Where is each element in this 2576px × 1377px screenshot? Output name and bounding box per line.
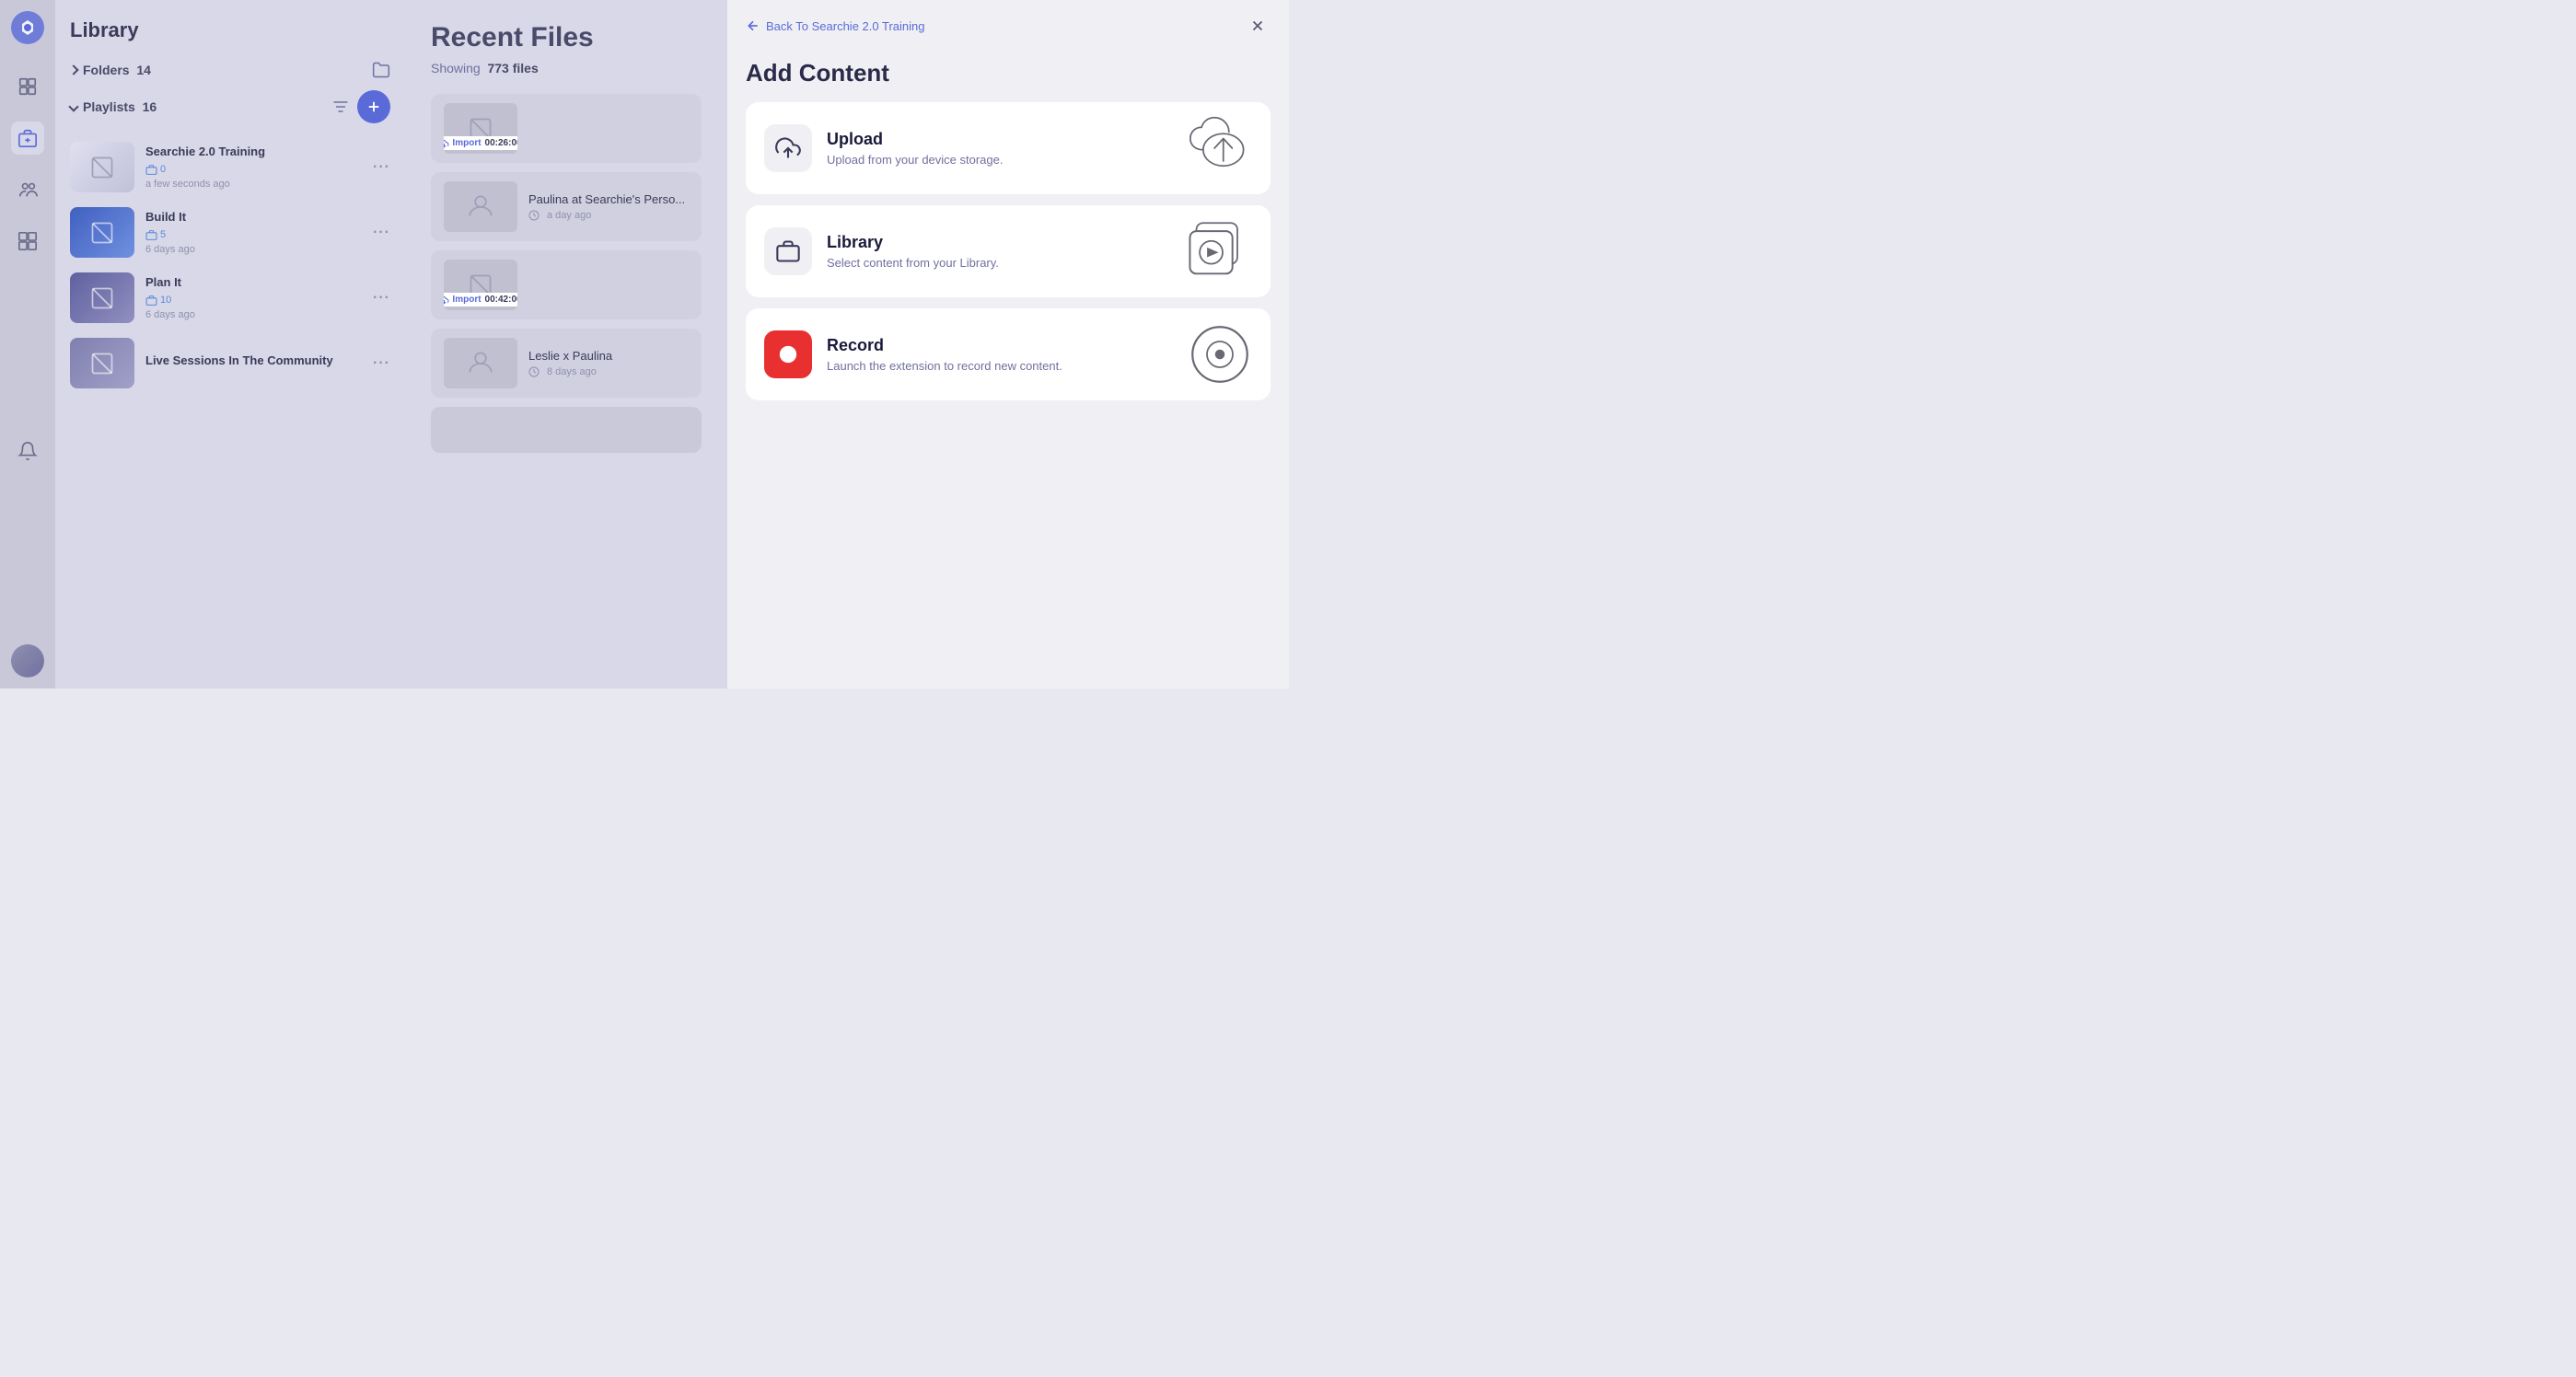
- folders-section-header: Folders 14: [70, 61, 390, 79]
- folders-actions: [372, 61, 390, 79]
- user-avatar[interactable]: [11, 644, 44, 677]
- nav-dashboard[interactable]: [11, 70, 44, 103]
- folders-toggle[interactable]: Folders 14: [70, 63, 151, 77]
- file-thumbnail: [444, 181, 517, 232]
- playlist-more-button[interactable]: ···: [373, 355, 390, 372]
- folders-icon-btn[interactable]: [372, 61, 390, 79]
- playlist-time: a few seconds ago: [145, 179, 362, 190]
- playlist-more-button[interactable]: ···: [373, 290, 390, 307]
- folders-label: Folders 14: [83, 63, 151, 77]
- playlists-toggle[interactable]: Playlists 16: [70, 99, 157, 114]
- add-content-panel: Back To Searchie 2.0 Training Add Conten…: [727, 0, 1289, 688]
- import-badge: Import 00:42:00: [444, 293, 517, 307]
- library-title: Library: [70, 18, 390, 42]
- file-name: Paulina at Searchie's Perso...: [528, 192, 689, 206]
- list-item[interactable]: Plan It 10 6 days ago ···: [70, 265, 390, 330]
- panel-header: Back To Searchie 2.0 Training: [727, 0, 1289, 52]
- close-button[interactable]: [1245, 13, 1271, 39]
- content-options: Upload Upload from your device storage.: [727, 102, 1289, 688]
- library-panel: Library Folders 14 Playlists 16: [55, 0, 405, 688]
- record-illustration: [1188, 322, 1252, 391]
- playlists-label: Playlists 16: [83, 99, 157, 114]
- file-meta: 8 days ago: [528, 366, 689, 377]
- playlist-count: 5: [145, 229, 166, 241]
- playlist-thumbnail: [70, 142, 134, 192]
- file-info: Leslie x Paulina 8 days ago: [528, 349, 689, 377]
- playlist-meta: 5: [145, 229, 362, 241]
- playlists-list: Searchie 2.0 Training 0 a few seconds ag…: [70, 134, 390, 396]
- list-item[interactable]: Leslie x Paulina 8 days ago: [431, 329, 702, 398]
- library-illustration: [1178, 210, 1252, 288]
- file-thumbnail: Import 00:26:00: [444, 103, 517, 154]
- main-content: Recent Files Showing 773 files Import: [405, 0, 727, 688]
- app-logo[interactable]: [11, 11, 44, 44]
- panel-title: Add Content: [727, 52, 1289, 102]
- playlists-section-header: Playlists 16: [70, 90, 390, 123]
- list-item[interactable]: Import 00:26:00: [431, 94, 702, 163]
- playlist-name: Searchie 2.0 Training: [145, 145, 362, 160]
- playlist-name: Build It: [145, 210, 362, 226]
- record-option[interactable]: Record Launch the extension to record ne…: [746, 308, 1271, 400]
- playlist-thumbnail: [70, 207, 134, 258]
- file-thumbnail: [444, 338, 517, 388]
- showing-text: Showing 773 files: [431, 61, 702, 75]
- back-link-text: Back To Searchie 2.0 Training: [766, 19, 924, 33]
- nav-members[interactable]: [11, 173, 44, 206]
- list-item[interactable]: Live Sessions In The Community ···: [70, 330, 390, 396]
- playlist-name: Live Sessions In The Community: [145, 353, 362, 369]
- playlists-actions: [331, 90, 390, 123]
- playlist-time: 6 days ago: [145, 309, 362, 320]
- nav-library[interactable]: [11, 122, 44, 155]
- record-icon-wrap: [764, 330, 812, 378]
- add-playlist-button[interactable]: [357, 90, 390, 123]
- file-info: Paulina at Searchie's Perso... a day ago: [528, 192, 689, 221]
- playlist-count: 10: [145, 295, 171, 307]
- nav-apps[interactable]: [11, 225, 44, 258]
- file-name: Leslie x Paulina: [528, 349, 689, 363]
- upload-option[interactable]: Upload Upload from your device storage.: [746, 102, 1271, 194]
- nav-notifications[interactable]: [11, 434, 44, 468]
- playlist-info: Build It 5 6 days ago: [145, 210, 362, 255]
- back-link[interactable]: Back To Searchie 2.0 Training: [746, 18, 924, 33]
- list-item[interactable]: Paulina at Searchie's Perso... a day ago: [431, 172, 702, 241]
- upload-icon-wrap: [764, 124, 812, 172]
- upload-illustration: [1178, 116, 1252, 185]
- library-icon-wrap: [764, 227, 812, 275]
- playlist-info: Live Sessions In The Community: [145, 353, 362, 373]
- playlist-count: 0: [145, 164, 166, 176]
- playlist-meta: 0: [145, 164, 362, 176]
- main-title: Recent Files: [431, 22, 702, 53]
- sidebar-navigation: [0, 0, 55, 688]
- playlist-more-button[interactable]: ···: [373, 225, 390, 241]
- import-badge: Import 00:26:00: [444, 136, 517, 150]
- playlists-filter-icon[interactable]: [331, 98, 350, 116]
- playlist-thumbnail: [70, 272, 134, 323]
- playlist-meta: 10: [145, 295, 362, 307]
- list-item[interactable]: Build It 5 6 days ago ···: [70, 200, 390, 265]
- playlist-info: Searchie 2.0 Training 0 a few seconds ag…: [145, 145, 362, 190]
- playlist-name: Plan It: [145, 275, 362, 291]
- file-meta: a day ago: [528, 210, 689, 221]
- library-option[interactable]: Library Select content from your Library…: [746, 205, 1271, 297]
- playlist-info: Plan It 10 6 days ago: [145, 275, 362, 320]
- playlist-thumbnail: [70, 338, 134, 388]
- load-more-area[interactable]: [431, 407, 702, 453]
- list-item[interactable]: Import 00:42:00: [431, 250, 702, 319]
- list-item[interactable]: Searchie 2.0 Training 0 a few seconds ag…: [70, 134, 390, 200]
- file-thumbnail: Import 00:42:00: [444, 260, 517, 310]
- playlist-time: 6 days ago: [145, 244, 362, 255]
- playlist-more-button[interactable]: ···: [373, 159, 390, 176]
